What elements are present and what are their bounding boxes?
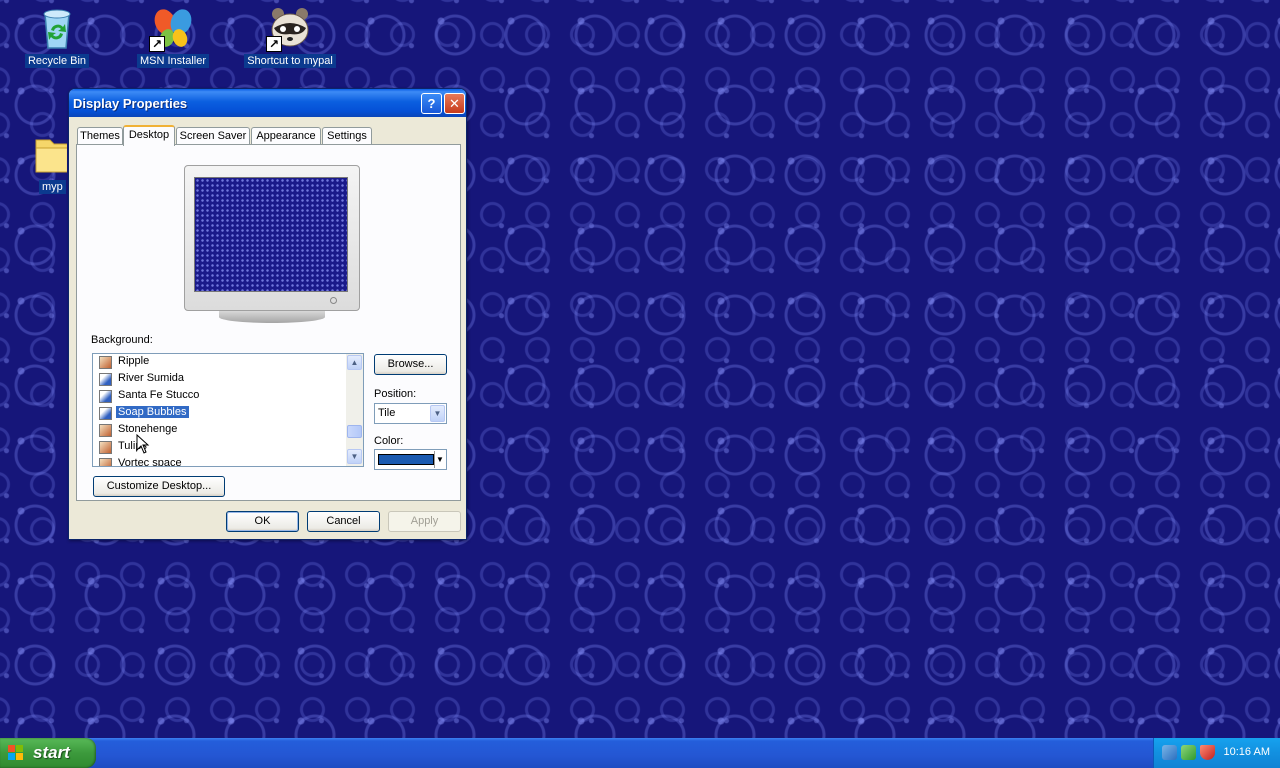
customize-desktop-button[interactable]: Customize Desktop... [93,476,225,497]
background-label: Background: [91,334,153,346]
scroll-down-icon[interactable]: ▼ [347,449,362,464]
shortcut-arrow-icon: ↗ [149,36,165,52]
color-label: Color: [374,435,404,447]
bmp-file-icon [99,373,112,386]
position-value: Tile [378,407,396,419]
browse-button[interactable]: Browse... [374,354,447,375]
raccoon-icon: ↗ [266,4,314,52]
network-icon[interactable] [1162,745,1177,760]
tab-themes[interactable]: Themes [77,127,123,145]
position-dropdown[interactable]: Tile ▼ [374,403,447,424]
position-label: Position: [374,388,417,400]
listbox-scrollbar[interactable]: ▲ ▼ [346,354,363,466]
windows-logo-icon [8,745,24,761]
recycle-tray-icon[interactable] [1181,745,1196,760]
display-properties-window: Display Properties ? ✕ Themes Desktop Sc… [68,88,467,540]
clock: 10:16 AM [1223,746,1270,758]
desktop-icon-label: Recycle Bin [24,54,90,68]
chevron-down-icon[interactable]: ▼ [434,451,445,468]
title-bar[interactable]: Display Properties ? ✕ [69,89,466,117]
window-body: Themes Desktop Screen Saver Appearance S… [72,117,463,536]
bmp-file-icon [99,390,112,403]
apply-button[interactable]: Apply [388,511,461,532]
desktop-icon-recycle-bin[interactable]: Recycle Bin [9,4,105,68]
monitor-stand [219,311,325,323]
color-swatch [378,454,434,465]
close-button[interactable]: ✕ [444,93,465,114]
scroll-thumb[interactable] [347,425,362,438]
desktop-icon-label: MSN Installer [136,54,210,68]
desktop-tab-panel: Background: Ripple River Sumida Santa Fe… [76,144,461,501]
desktop-icon-label: myp [39,180,66,194]
monitor-preview [184,165,360,311]
start-label: start [33,743,70,762]
tab-desktop[interactable]: Desktop [123,125,175,146]
cancel-button[interactable]: Cancel [307,511,380,532]
jpg-file-icon [99,458,112,466]
tab-settings[interactable]: Settings [322,127,372,145]
color-picker-button[interactable]: ▼ [374,449,447,470]
jpg-file-icon [99,424,112,437]
scroll-up-icon[interactable]: ▲ [347,355,362,370]
monitor-power-icon [330,297,337,304]
tab-screen-saver[interactable]: Screen Saver [176,127,250,145]
desktop-icon-mypal-folder[interactable]: myp [7,130,67,194]
msn-butterfly-icon: ↗ [149,4,197,52]
start-button[interactable]: start [0,738,96,768]
jpg-file-icon [99,356,112,369]
taskbar: start 10:16 AM [0,738,1280,768]
desktop-icon-shortcut-mypal[interactable]: ↗ Shortcut to mypal [242,4,338,68]
recycle-bin-icon [33,4,81,52]
folder-icon [32,130,67,178]
jpg-file-icon [99,441,112,454]
shortcut-arrow-icon: ↗ [266,36,282,52]
system-tray: 10:16 AM [1153,738,1280,768]
security-shield-icon[interactable] [1200,745,1215,760]
help-button[interactable]: ? [421,93,442,114]
wallpaper-preview [194,177,348,292]
desktop-icon-label: Shortcut to mypal [244,54,336,68]
chevron-down-icon[interactable]: ▼ [430,405,445,422]
background-listbox[interactable]: Ripple River Sumida Santa Fe Stucco Soap… [92,353,364,467]
desktop-icon-msn-installer[interactable]: ↗ MSN Installer [125,4,221,68]
bmp-file-icon [99,407,112,420]
tab-appearance[interactable]: Appearance [251,127,321,145]
window-title: Display Properties [73,96,188,111]
ok-button[interactable]: OK [226,511,299,532]
